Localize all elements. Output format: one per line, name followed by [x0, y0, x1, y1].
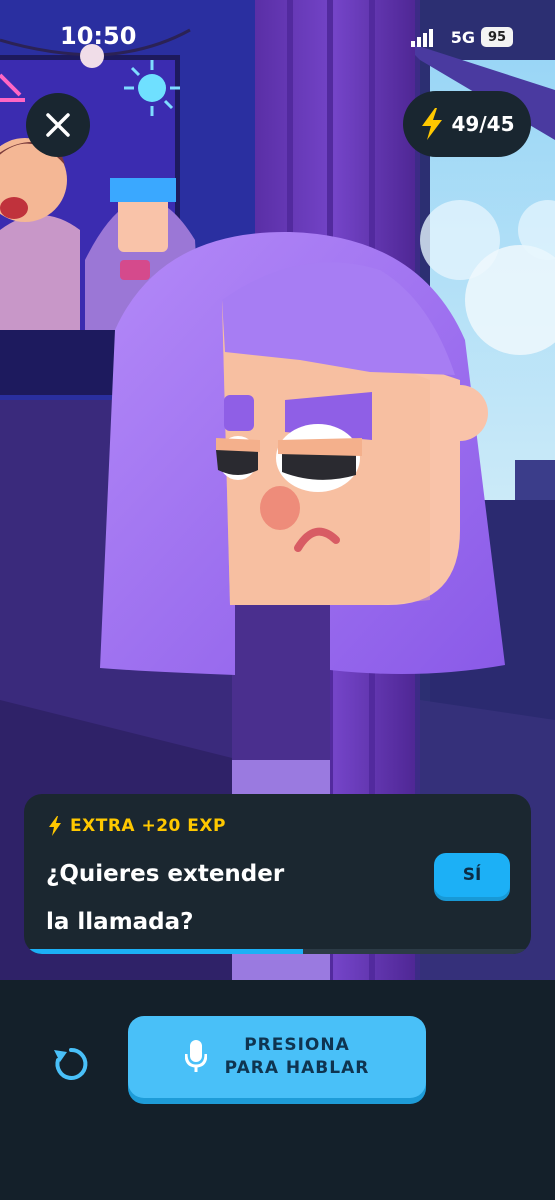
status-time: 10:50 — [60, 22, 137, 50]
timer-progress-fill — [24, 949, 303, 954]
status-bar: 10:50 5G 95 — [0, 0, 555, 70]
energy-counter[interactable]: 49/45 — [403, 91, 531, 157]
timer-progress — [24, 949, 531, 954]
bottom-bar: PRESIONA PARA HABLAR — [0, 980, 555, 1200]
extend-call-question: ¿Quieres extender la llamada? — [46, 850, 376, 946]
network-type: 5G — [450, 28, 475, 47]
close-icon — [46, 113, 70, 137]
lightning-icon — [49, 816, 61, 836]
extend-call-card: EXTRA +20 EXP ¿Quieres extender la llama… — [24, 794, 531, 954]
lightning-icon — [421, 108, 442, 140]
replay-icon[interactable] — [50, 1042, 92, 1084]
battery-level: 95 — [481, 27, 513, 47]
bonus-label: EXTRA +20 EXP — [70, 816, 226, 836]
bonus-row: EXTRA +20 EXP — [48, 816, 226, 836]
signal-icon — [411, 29, 433, 47]
microphone-icon — [184, 1040, 207, 1072]
push-to-talk-button[interactable]: PRESIONA PARA HABLAR — [128, 1016, 426, 1098]
push-to-talk-label: PRESIONA PARA HABLAR — [224, 1035, 370, 1078]
question-text: ¿Quieres extender la llamada? — [46, 861, 285, 935]
yes-button[interactable]: SÍ — [434, 853, 510, 897]
energy-count: 49/45 — [451, 112, 515, 136]
close-button[interactable] — [26, 93, 90, 157]
